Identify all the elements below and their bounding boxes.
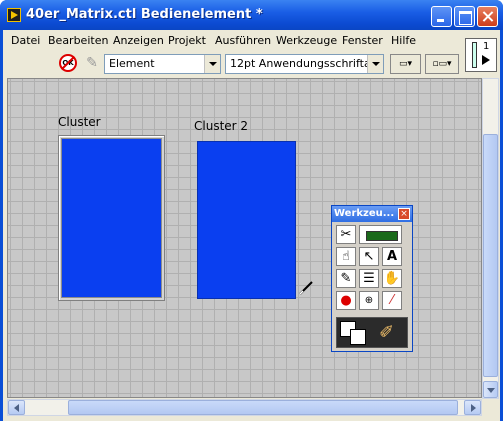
wiring-spool-icon[interactable]: ✎ — [336, 269, 356, 288]
close-button[interactable] — [477, 6, 498, 27]
menu-datei[interactable]: Datei — [11, 34, 40, 47]
maximize-button[interactable] — [454, 6, 475, 27]
tools-palette-close-button[interactable]: × — [398, 208, 410, 220]
color-brush-icon: ✐ — [379, 322, 395, 343]
probe-icon[interactable]: ⊕ — [359, 291, 379, 310]
app-window: 40er_Matrix.ctl Bedienelement * Datei Be… — [0, 0, 503, 421]
paintbrush-cursor-icon — [299, 281, 313, 295]
scroll-right-button[interactable] — [464, 400, 481, 415]
menu-werkzeuge[interactable]: Werkzeuge — [276, 34, 337, 47]
front-panel-canvas[interactable]: Cluster Cluster 2 Werkzeu... × ✂ ☝ ↖ A ✎… — [7, 78, 482, 398]
context-help-icon[interactable]: 1 — [465, 38, 497, 72]
menu-bearbeiten[interactable]: Bearbeiten — [48, 34, 108, 47]
operate-hand-icon[interactable]: ☝ — [336, 247, 356, 266]
labeling-tool-icon[interactable]: A — [382, 247, 402, 266]
control-type-select[interactable]: Element — [104, 54, 221, 74]
run-stop-icon[interactable]: OK — [59, 54, 77, 72]
position-arrow-icon[interactable]: ↖ — [359, 247, 379, 266]
color-copy-eyedropper-icon[interactable]: ⁄ — [382, 291, 402, 310]
menu-fenster[interactable]: Fenster — [342, 34, 383, 47]
automatic-tool-led[interactable] — [359, 225, 402, 244]
window-frame: Datei Bearbeiten Anzeigen Projekt Ausfüh… — [3, 30, 500, 421]
cluster1-body[interactable] — [61, 138, 162, 298]
vertical-scrollbar[interactable] — [482, 78, 499, 399]
font-select[interactable]: 12pt Anwendungsschriftart — [225, 54, 384, 74]
automatic-tool-icon[interactable]: ✂ — [336, 225, 356, 244]
help-number: 1 — [483, 41, 490, 52]
align-objects-button[interactable]: ▭▾ — [390, 54, 421, 74]
tools-palette[interactable]: Werkzeu... × ✂ ☝ ↖ A ✎ ☰ ✋ ● ⊕ ⁄ ✐ — [331, 205, 413, 352]
title-bar[interactable]: 40er_Matrix.ctl Bedienelement * — [0, 0, 503, 30]
shortcut-menu-icon[interactable]: ☰ — [359, 269, 379, 288]
vertical-scroll-thumb[interactable] — [483, 134, 498, 377]
font-value: 12pt Anwendungsschriftart — [230, 57, 380, 70]
toolbar: OK ✎ Element 12pt Anwendungsschriftart ▭… — [3, 51, 463, 77]
menu-bar: Datei Bearbeiten Anzeigen Projekt Ausfüh… — [3, 30, 463, 50]
cluster1-label[interactable]: Cluster — [58, 115, 101, 129]
menu-projekt[interactable]: Projekt — [168, 34, 206, 47]
help-bar — [472, 42, 477, 68]
cluster2-label[interactable]: Cluster 2 — [194, 119, 248, 133]
labview-app-icon[interactable] — [7, 8, 21, 22]
cluster2-control[interactable] — [197, 141, 296, 299]
window-title: 40er_Matrix.ctl Bedienelement * — [26, 7, 263, 22]
control-type-value: Element — [109, 57, 155, 70]
cluster1-control[interactable] — [58, 135, 165, 301]
scroll-hand-icon[interactable]: ✋ — [382, 269, 402, 288]
color-tool[interactable]: ✐ — [336, 317, 408, 348]
chevron-down-icon — [367, 55, 383, 73]
background-color-swatch[interactable] — [350, 329, 366, 345]
horizontal-scroll-thumb[interactable] — [68, 400, 458, 415]
distribute-objects-button[interactable]: ▫▭▾ — [425, 54, 459, 74]
help-arrow-icon — [482, 55, 490, 65]
scroll-left-button[interactable] — [8, 400, 25, 415]
menu-ausfuehren[interactable]: Ausführen — [215, 34, 271, 47]
chevron-down-icon — [204, 55, 220, 73]
menu-hilfe[interactable]: Hilfe — [391, 34, 416, 47]
tools-palette-title-text: Werkzeu... — [334, 208, 395, 219]
menu-anzeigen[interactable]: Anzeigen — [113, 34, 164, 47]
scroll-down-button[interactable] — [483, 381, 498, 398]
minimize-button[interactable] — [431, 6, 452, 27]
wrench-icon[interactable]: ✎ — [83, 54, 101, 72]
breakpoint-icon[interactable]: ● — [336, 291, 356, 310]
horizontal-scrollbar[interactable] — [7, 399, 482, 416]
